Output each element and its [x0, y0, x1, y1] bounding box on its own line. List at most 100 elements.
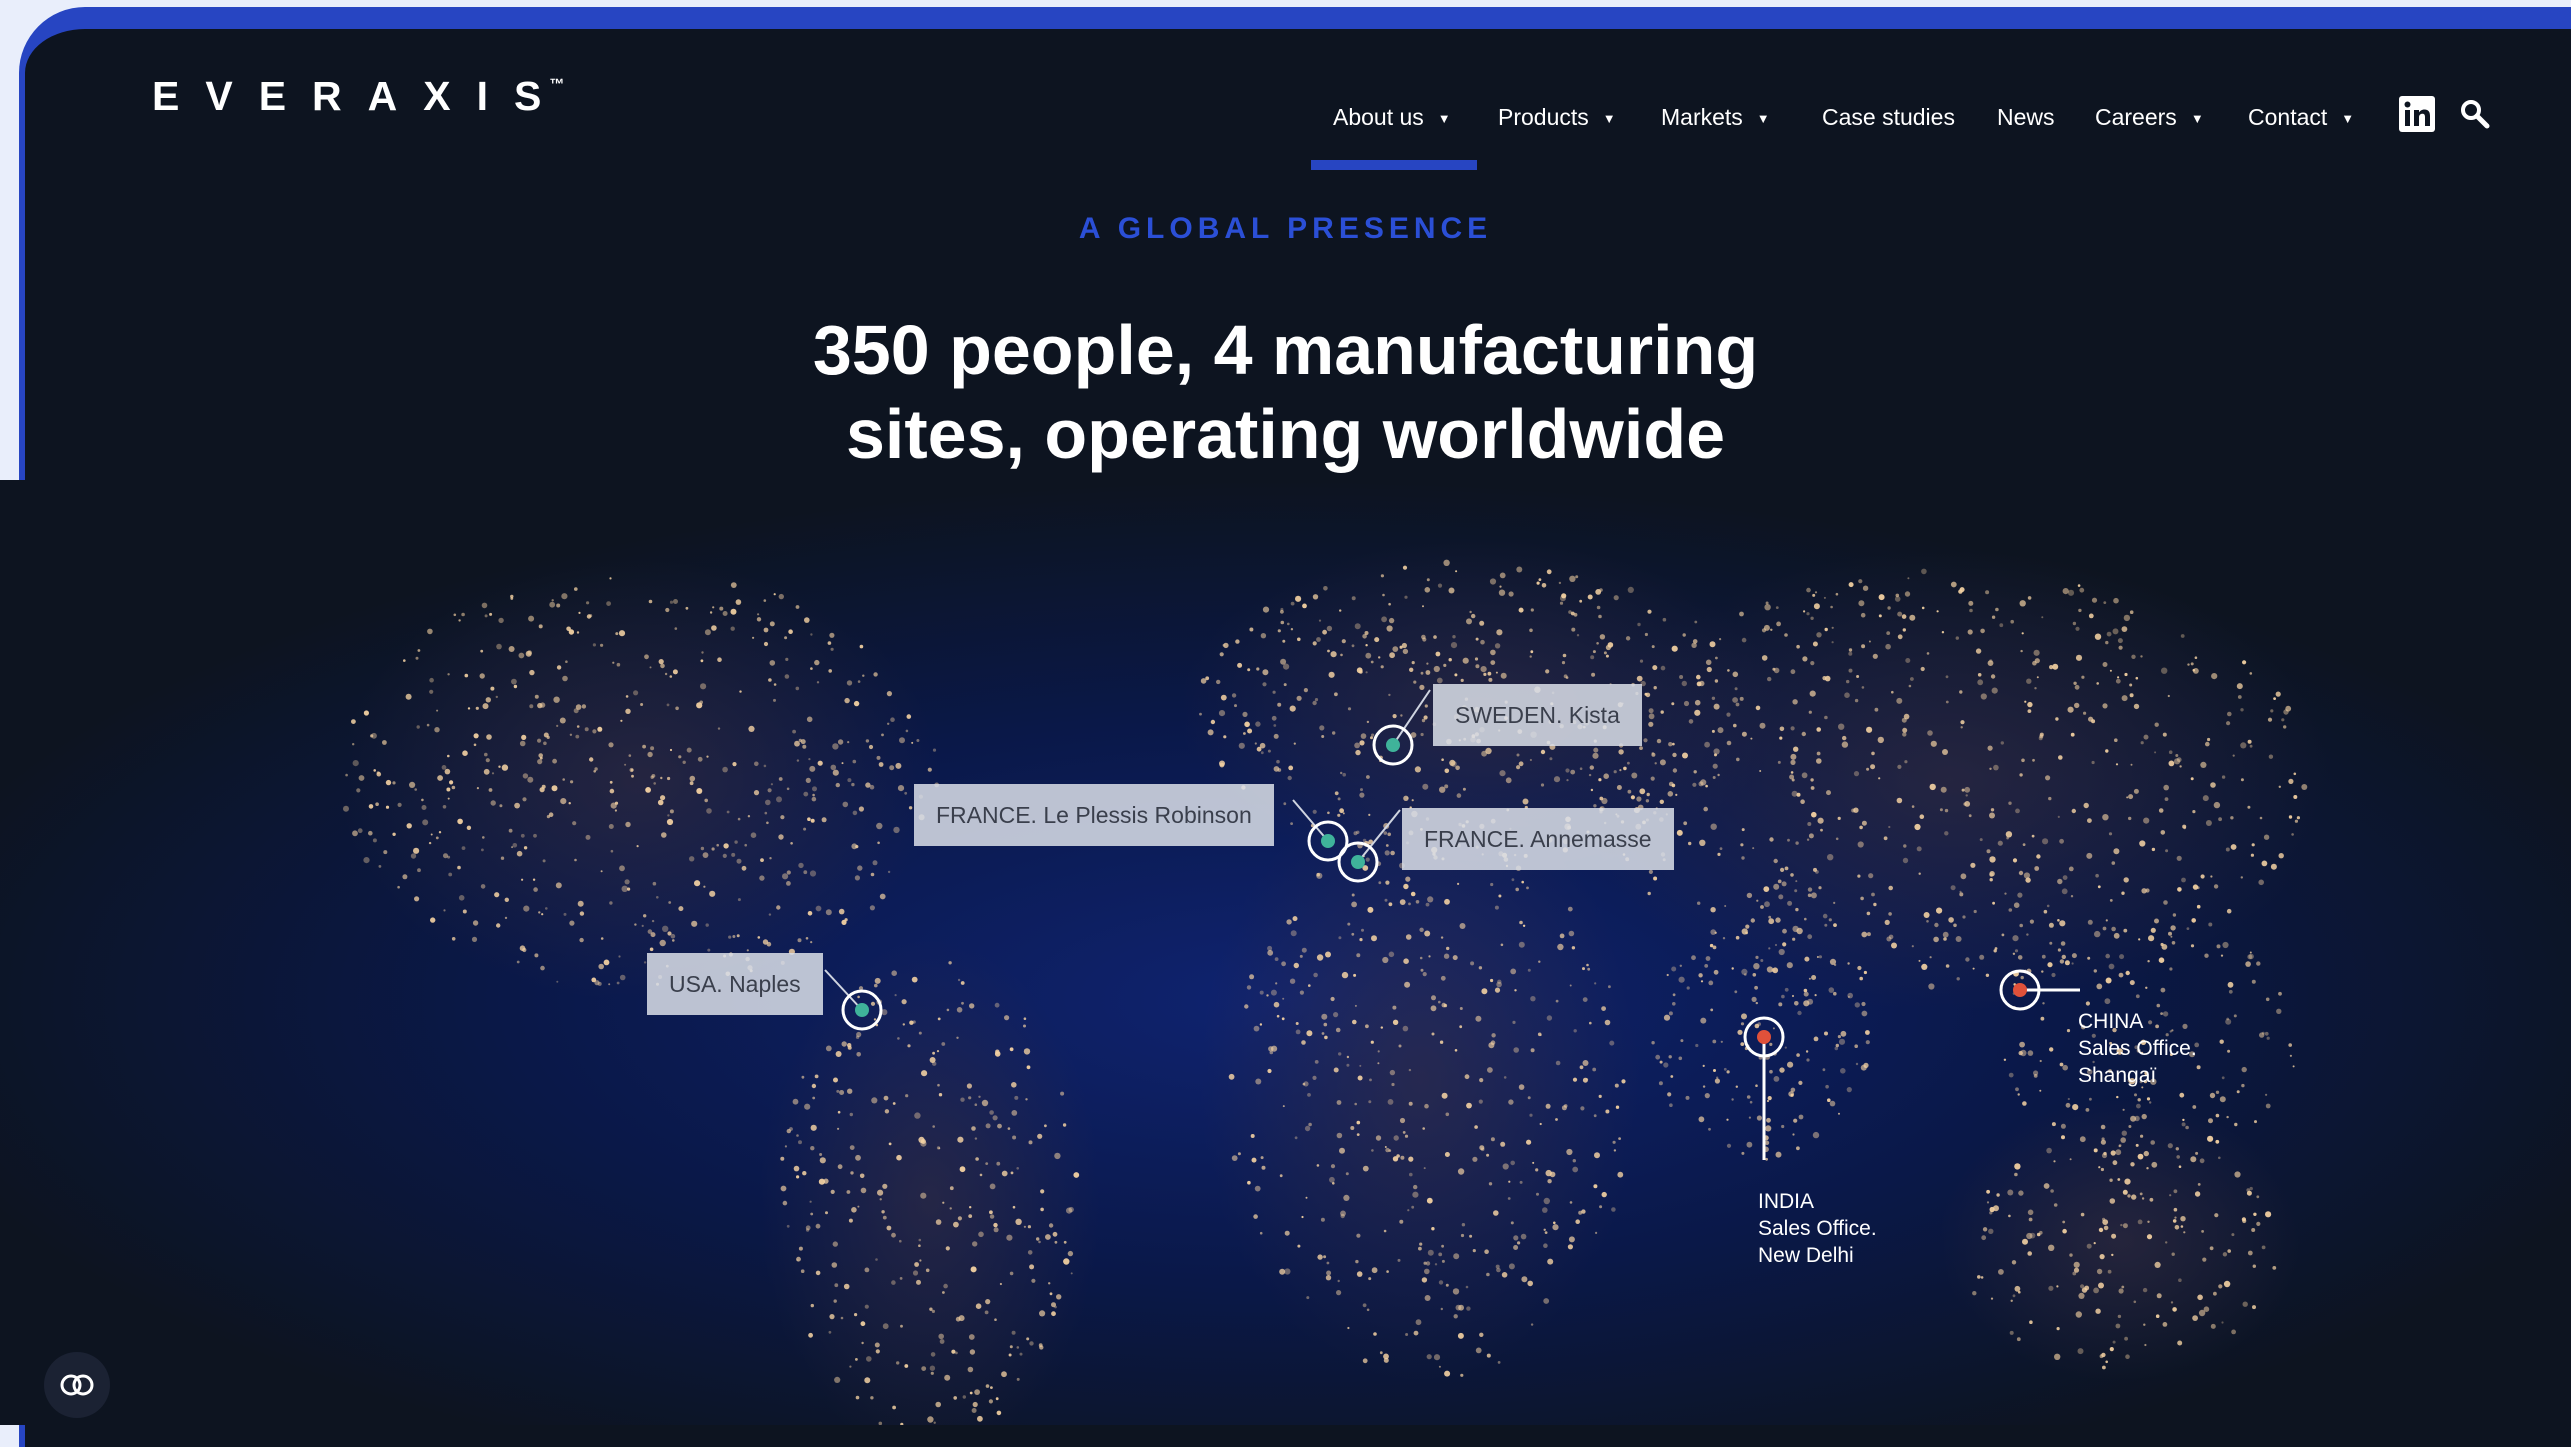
city-light-dot — [446, 787, 451, 792]
city-light-dot — [2098, 1166, 2101, 1169]
nav-item-case-studies[interactable]: Case studies — [1822, 92, 1955, 142]
city-light-dot — [1659, 759, 1666, 766]
city-light-dot — [672, 939, 675, 942]
city-light-dot — [2134, 1093, 2137, 1097]
city-light-dot — [810, 667, 813, 670]
city-light-dot — [2115, 678, 2121, 684]
city-light-dot — [2291, 833, 2294, 836]
city-light-dot — [1647, 891, 1651, 896]
city-light-dot — [960, 981, 965, 985]
city-light-dot — [2007, 1189, 2014, 1196]
city-light-dot — [1440, 936, 1444, 939]
city-light-dot — [908, 806, 913, 810]
nav-item-careers[interactable]: Careers ▼ — [2095, 92, 2204, 142]
city-light-dot — [633, 690, 639, 696]
nav-item-markets[interactable]: Markets ▼ — [1661, 92, 1770, 142]
city-light-dot — [2249, 744, 2253, 748]
city-light-dot — [1936, 610, 1939, 613]
city-light-dot — [1710, 907, 1716, 913]
city-light-dot — [1645, 799, 1650, 803]
city-light-dot — [1518, 941, 1525, 948]
city-light-dot — [1593, 1184, 1598, 1189]
city-light-dot — [836, 1089, 840, 1093]
city-light-dot — [1281, 961, 1286, 967]
city-light-dot — [437, 775, 443, 781]
search-icon[interactable] — [2459, 98, 2499, 138]
city-light-dot — [2160, 987, 2166, 993]
city-light-dot — [833, 1077, 838, 1083]
city-light-dot — [1371, 1149, 1374, 1152]
city-light-dot — [2276, 1008, 2282, 1014]
city-light-dot — [1445, 1283, 1449, 1287]
city-light-dot — [1739, 611, 1744, 617]
city-light-dot — [1563, 1104, 1568, 1108]
city-light-dot — [1828, 918, 1832, 922]
city-light-dot — [1388, 693, 1391, 697]
city-light-dot — [1327, 811, 1330, 815]
city-light-dot — [2265, 1211, 2272, 1218]
city-light-dot — [2083, 711, 2087, 715]
nav-item-contact[interactable]: Contact ▼ — [2248, 92, 2354, 142]
city-light-dot — [1603, 651, 1607, 655]
city-light-dot — [501, 764, 509, 771]
city-light-dot — [769, 621, 775, 627]
everaxis-logo[interactable]: EVERAXIS™ — [152, 73, 565, 120]
city-light-dot — [773, 683, 777, 686]
city-light-dot — [1277, 768, 1282, 772]
city-light-dot — [2147, 1220, 2150, 1223]
nav-item-products[interactable]: Products ▼ — [1498, 92, 1616, 142]
world-map: SWEDEN. Kista FRANCE. Le Plessis Robinso… — [0, 480, 2571, 1447]
city-light-dot — [1490, 978, 1494, 983]
city-light-dot — [1704, 1093, 1710, 1099]
city-light-dot — [2266, 1036, 2270, 1040]
city-light-dot — [2107, 1269, 2112, 1274]
city-light-dot — [1671, 645, 1678, 652]
city-light-dot — [1572, 1159, 1577, 1163]
city-light-dot — [2102, 662, 2108, 667]
nav-item-news[interactable]: News — [1997, 92, 2055, 142]
cookie-settings-icon[interactable] — [44, 1352, 110, 1418]
city-light-dot — [556, 980, 559, 983]
city-light-dot — [1535, 1168, 1539, 1172]
city-light-dot — [1575, 1219, 1580, 1224]
linkedin-icon[interactable] — [2399, 96, 2439, 136]
city-light-dot — [352, 830, 358, 837]
nav-item-about-us[interactable]: About us ▼ — [1333, 92, 1451, 142]
city-light-dot — [552, 758, 557, 764]
city-light-dot — [2173, 1207, 2178, 1212]
city-light-dot — [1494, 643, 1501, 649]
city-light-dot — [717, 727, 721, 730]
city-light-dot — [609, 577, 612, 580]
city-light-dot — [2102, 814, 2109, 821]
city-light-dot — [2129, 693, 2134, 698]
city-light-dot — [2036, 1232, 2041, 1237]
city-light-dot — [1621, 1079, 1626, 1084]
city-light-dot — [1891, 942, 1897, 949]
city-light-dot — [1392, 646, 1399, 652]
city-light-dot — [879, 893, 886, 900]
city-light-dot — [1290, 601, 1295, 606]
city-light-dot — [1530, 650, 1534, 654]
city-light-dot — [1454, 1049, 1458, 1052]
city-light-dot — [1796, 792, 1801, 797]
city-light-dot — [1478, 966, 1483, 970]
city-light-dot — [795, 686, 800, 691]
city-light-dot — [1672, 768, 1678, 773]
city-light-dot — [2145, 888, 2150, 893]
city-light-dot — [1717, 773, 1720, 777]
city-light-dot — [797, 938, 802, 943]
city-light-dot — [562, 675, 568, 682]
city-light-dot — [1312, 809, 1317, 814]
city-light-dot — [1813, 1036, 1819, 1042]
city-light-dot — [2071, 962, 2074, 965]
city-light-dot — [2093, 969, 2097, 973]
city-light-dot — [1726, 1070, 1730, 1074]
city-light-dot — [2155, 1314, 2160, 1318]
city-light-dot — [494, 892, 500, 898]
city-light-dot — [2118, 1288, 2124, 1294]
city-light-dot — [731, 852, 736, 857]
city-light-dot — [1943, 937, 1947, 941]
city-light-dot — [847, 1045, 852, 1050]
city-light-dot — [1413, 680, 1417, 684]
city-light-dot — [1382, 956, 1389, 964]
